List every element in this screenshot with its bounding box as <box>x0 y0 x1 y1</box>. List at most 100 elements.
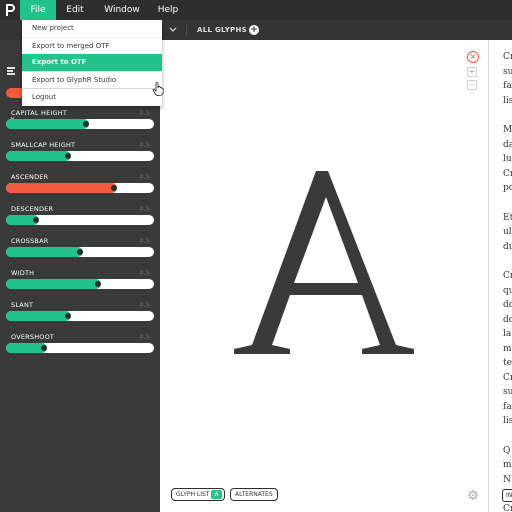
slider-value: 0.5 <box>139 141 150 149</box>
menu-help[interactable]: Help <box>150 0 186 20</box>
preview-text-line: ul <box>503 227 512 237</box>
preview-text-line: m <box>503 343 512 354</box>
slider-fill <box>6 119 89 129</box>
slider-fill <box>6 151 72 161</box>
slider-handle[interactable] <box>76 249 83 255</box>
current-glyph-badge: A <box>211 490 222 499</box>
menu-item-new-project[interactable]: New project <box>22 20 162 37</box>
menu-item-export-otf[interactable]: Export to OTF <box>22 54 162 71</box>
slider-smallcap-height: SMALLCAP HEIGHT 0.5 <box>6 141 154 171</box>
slider-track[interactable] <box>6 119 154 129</box>
hand-cursor-icon <box>152 82 164 96</box>
slider-track[interactable] <box>6 311 154 321</box>
slider-label: CROSSBAR <box>11 237 49 245</box>
text-preview-panel[interactable]: Cr su fa lis Mda lu Cr po Et ul du Cr qu do do la m te Cr s… <box>488 40 512 512</box>
slider-label: ASCENDER <box>11 173 49 181</box>
chevron-down-icon[interactable] <box>166 22 180 38</box>
glyph-preview <box>234 171 414 354</box>
slider-label: OVERSHOOT <box>11 333 55 341</box>
menu-item-export-merged-otf[interactable]: Export to merged OTF <box>22 37 162 54</box>
zoom-out-button[interactable]: - <box>467 80 477 90</box>
preview-text-line: Cr <box>503 271 512 281</box>
slider-value: 0.5 <box>139 173 150 181</box>
slider-capital-height: CAPITAL HEIGHT 0.5 <box>6 109 154 139</box>
slider-value: 0.5 <box>139 205 150 213</box>
slider-label: SMALLCAP HEIGHT <box>11 141 76 149</box>
slider-label: WIDTH <box>11 269 35 277</box>
preview-text-line: do <box>503 314 512 325</box>
slider-track[interactable] <box>6 279 154 289</box>
slider-handle[interactable] <box>111 185 117 191</box>
glyph-list-label: GLYPH LIST <box>176 491 210 498</box>
add-icon[interactable]: + <box>249 25 259 35</box>
preview-text-line: du <box>503 241 512 252</box>
preview-text-line: lu <box>503 154 512 164</box>
preview-text-line: Cr <box>503 503 512 512</box>
slider-track[interactable] <box>6 183 154 193</box>
slider-overshoot: OVERSHOOT 0.5 <box>6 333 154 363</box>
glyph-list-button[interactable]: GLYPH LIST A <box>171 488 225 501</box>
slider-ascender: ASCENDER 0.5 <box>6 173 154 203</box>
slider-track[interactable] <box>6 343 154 353</box>
slider-descender: DESCENDER 0.5 <box>6 205 154 235</box>
slider-value: 0.5 <box>139 301 150 309</box>
preview-text-line: da <box>503 139 512 150</box>
menu-bar: File Edit Window Help <box>0 0 512 20</box>
slider-handle[interactable] <box>94 281 101 287</box>
all-glyphs-tab[interactable]: ALL GLYPHS <box>197 20 247 40</box>
preview-mode-button[interactable]: IN <box>502 489 512 502</box>
preview-text-line: Cr <box>503 372 512 383</box>
preview-text-line: lis <box>503 95 512 106</box>
menu-item-export-glyphr[interactable]: Export to GlyphR Studio <box>22 71 162 88</box>
slider-value: 0.5 <box>139 333 150 341</box>
parameters-sidebar: X CAPITAL HEIGHT0.5SMALLCAP HEIGHT0.5ASC… <box>0 40 160 512</box>
menu-window[interactable]: Window <box>94 0 150 20</box>
alternates-button[interactable]: ALTERNATES <box>230 488 278 501</box>
preview-text-line: m <box>503 460 512 470</box>
preview-text-line: Cr <box>503 52 512 62</box>
zoom-in-button[interactable]: + <box>467 67 477 77</box>
slider-fill <box>6 183 117 193</box>
menu-edit[interactable]: Edit <box>56 0 94 20</box>
preview-text-line: su <box>503 66 512 77</box>
preview-text-line: su <box>503 387 512 397</box>
prototypo-logo-icon[interactable] <box>0 0 20 20</box>
slider-value: 0.5 <box>139 109 150 117</box>
slider-handle[interactable] <box>32 217 39 223</box>
slider-value: 0.5 <box>139 269 150 277</box>
slider-label: SLANT <box>11 301 34 309</box>
menu-item-logout[interactable]: Logout <box>22 88 162 105</box>
preview-text-line: qu <box>503 285 512 296</box>
slider-fill <box>6 311 72 321</box>
slider-track[interactable] <box>6 151 154 161</box>
preview-text-line: fa <box>503 401 512 412</box>
preview-text-line: fa <box>503 81 512 91</box>
preview-text-line: te <box>503 358 512 368</box>
slider-label: CAPITAL HEIGHT <box>11 109 68 117</box>
menu-file[interactable]: File <box>20 0 56 20</box>
preview-text-line: la <box>503 329 512 339</box>
preview-text-line: po <box>503 183 512 193</box>
preview-text-line: Q <box>503 445 511 456</box>
glyph-shape <box>234 171 414 354</box>
preview-text-line: M <box>503 125 512 135</box>
slider-label: DESCENDER <box>11 205 54 213</box>
sidebar-menu-icon[interactable] <box>5 65 17 77</box>
toolbar-divider <box>186 24 187 36</box>
slider-slant: SLANT 0.5 <box>6 301 154 331</box>
slider-track[interactable] <box>6 215 154 225</box>
slider-fill <box>6 279 101 289</box>
file-menu-dropdown: New project Export to merged OTF Export … <box>22 20 164 106</box>
preview-text-line: N <box>503 474 511 485</box>
slider-track[interactable] <box>6 247 154 257</box>
close-icon[interactable]: × <box>467 51 479 63</box>
preview-text-line: Et <box>503 212 512 223</box>
slider-handle[interactable] <box>82 121 89 127</box>
glyph-canvas[interactable]: × + - GLYPH LIST A ALTERNATES <box>160 40 488 512</box>
preview-text-line: Cr <box>503 168 512 179</box>
slider-crossbar: CROSSBAR 0.5 <box>6 237 154 267</box>
preview-text-line: lis <box>503 416 512 426</box>
gear-icon[interactable] <box>467 489 479 501</box>
preview-text-line: do <box>503 300 512 310</box>
slider-value: 0.5 <box>139 237 150 245</box>
